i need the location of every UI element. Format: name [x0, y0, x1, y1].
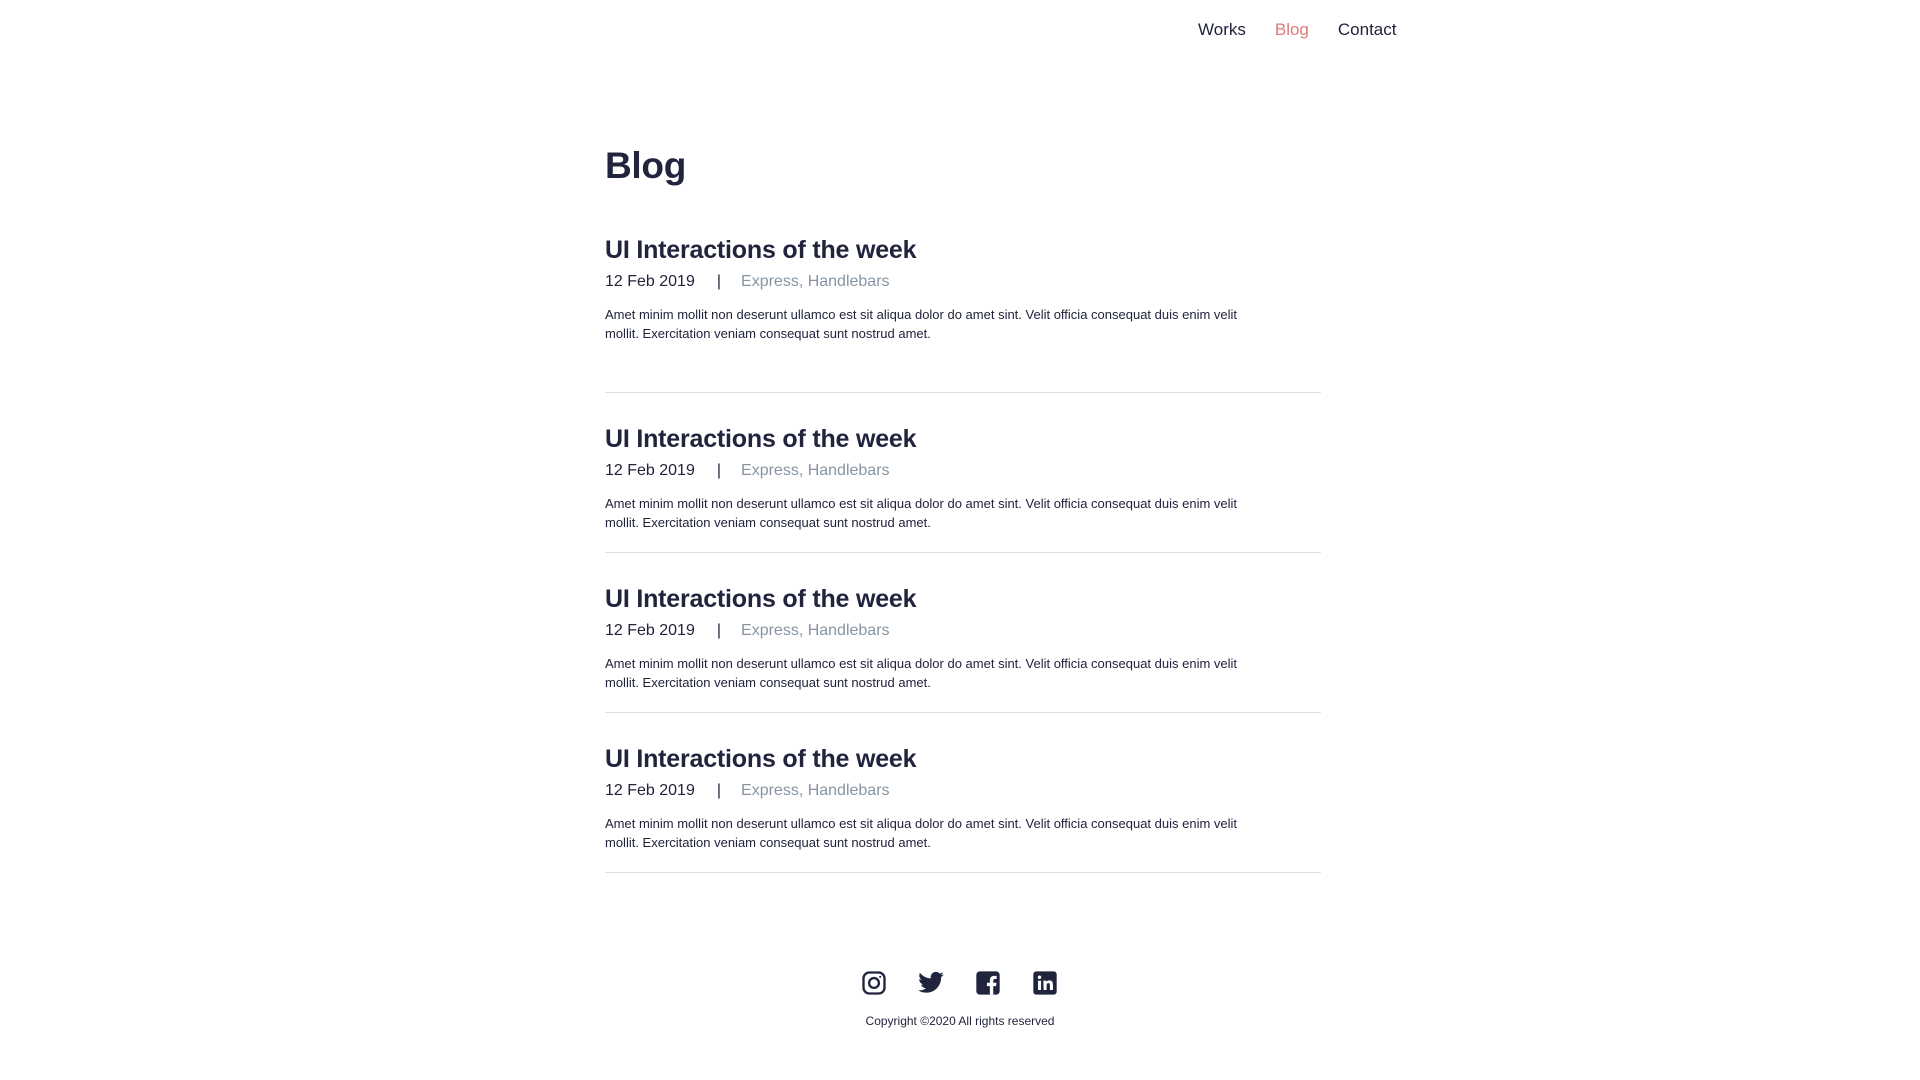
facebook-icon[interactable] [973, 968, 1003, 998]
post-item: UI Interactions of the week 12 Feb 2019 … [605, 233, 1321, 393]
post-title[interactable]: UI Interactions of the week [605, 233, 1321, 267]
post-title[interactable]: UI Interactions of the week [605, 742, 1321, 776]
linkedin-icon[interactable] [1030, 968, 1060, 998]
post-tags: Express, Handlebars [741, 462, 890, 479]
post-tags: Express, Handlebars [741, 782, 890, 799]
post-tags: Express, Handlebars [741, 273, 890, 290]
header-nav: Works Blog Contact [1198, 18, 1396, 42]
nav-item-blog[interactable]: Blog [1275, 18, 1309, 42]
post-excerpt: Amet minim mollit non deserunt ullamco e… [605, 656, 1238, 690]
footer: Copyright ©2020 All rights reserved [0, 968, 1920, 1029]
post-item: UI Interactions of the week 12 Feb 2019 … [605, 713, 1321, 873]
instagram-icon[interactable] [859, 968, 889, 998]
page: Works Blog Contact Blog UI Interactions … [0, 0, 1920, 1080]
copyright-text: Copyright ©2020 All rights reserved [865, 1014, 1055, 1028]
nav-item-works[interactable]: Works [1198, 18, 1246, 42]
meta-separator: | [716, 782, 722, 799]
nav-item-contact[interactable]: Contact [1338, 18, 1397, 42]
post-list: UI Interactions of the week 12 Feb 2019 … [605, 233, 1321, 873]
post-excerpt: Amet minim mollit non deserunt ullamco e… [605, 496, 1238, 530]
post-date: 12 Feb 2019 [605, 462, 695, 479]
post-date: 12 Feb 2019 [605, 273, 695, 290]
meta-separator: | [716, 622, 722, 639]
post-meta: 12 Feb 2019 | Express, Handlebars [605, 620, 1321, 642]
post-meta: 12 Feb 2019 | Express, Handlebars [605, 460, 1321, 482]
meta-separator: | [716, 462, 722, 479]
twitter-icon[interactable] [916, 968, 946, 998]
post-date: 12 Feb 2019 [605, 622, 695, 639]
page-title: Blog [605, 145, 687, 186]
main-content: Blog UI Interactions of the week 12 Feb … [605, 138, 1321, 873]
post-title[interactable]: UI Interactions of the week [605, 582, 1321, 616]
post-date: 12 Feb 2019 [605, 782, 695, 799]
post-item: UI Interactions of the week 12 Feb 2019 … [605, 553, 1321, 713]
post-meta: 12 Feb 2019 | Express, Handlebars [605, 271, 1321, 293]
post-title[interactable]: UI Interactions of the week [605, 422, 1321, 456]
post-excerpt: Amet minim mollit non deserunt ullamco e… [605, 307, 1238, 341]
post-meta: 12 Feb 2019 | Express, Handlebars [605, 780, 1321, 802]
post-tags: Express, Handlebars [741, 622, 890, 639]
post-item: UI Interactions of the week 12 Feb 2019 … [605, 393, 1321, 553]
social-links [0, 968, 1920, 998]
meta-separator: | [716, 273, 722, 290]
post-excerpt: Amet minim mollit non deserunt ullamco e… [605, 816, 1238, 850]
